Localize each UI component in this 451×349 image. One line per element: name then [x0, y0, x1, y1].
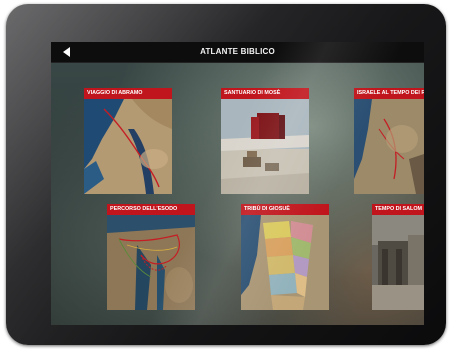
tile-label: SANTUARIO DI MOSÈ: [221, 88, 309, 99]
tribes-map-thumbnail: [241, 215, 329, 310]
tile-label: PERCORSO DELL'ESODO: [107, 204, 195, 215]
tile-santuario-di-mose[interactable]: SANTUARIO DI MOSÈ: [221, 88, 309, 194]
tile-label: ISRAELE AL TEMPO DEI RE: [354, 88, 424, 99]
tile-label: VIAGGIO DI ABRAMO: [84, 88, 172, 99]
tile-label: TRIBÙ DI GIOSUÈ: [241, 204, 329, 215]
exodus-route-map-thumbnail: [107, 215, 195, 310]
tile-viaggio-di-abramo[interactable]: VIAGGIO DI ABRAMO: [84, 88, 172, 194]
tile-percorso-dellesodo[interactable]: PERCORSO DELL'ESODO: [107, 204, 195, 310]
tile-tribu-di-giosue[interactable]: TRIBÙ DI GIOSUÈ: [241, 204, 329, 310]
tile-tempo-di-salom[interactable]: TEMPO DI SALOM: [372, 204, 424, 310]
map-thumbnail: [354, 99, 424, 194]
tile-label: TEMPO DI SALOM: [372, 204, 424, 215]
app-screen: ATLANTE BIBLICO VIAGGIO DI ABRAMO SANTUA…: [51, 42, 424, 325]
temple-3d-thumbnail: [372, 215, 424, 310]
top-bar: ATLANTE BIBLICO: [51, 42, 424, 63]
tile-israele-al-tempo-dei-re[interactable]: ISRAELE AL TEMPO DEI RE: [354, 88, 424, 194]
tablet-device: ATLANTE BIBLICO VIAGGIO DI ABRAMO SANTUA…: [6, 4, 446, 345]
page-title: ATLANTE BIBLICO: [200, 47, 275, 56]
map-thumbnail: [84, 99, 172, 194]
tabernacle-3d-thumbnail: [221, 99, 309, 194]
